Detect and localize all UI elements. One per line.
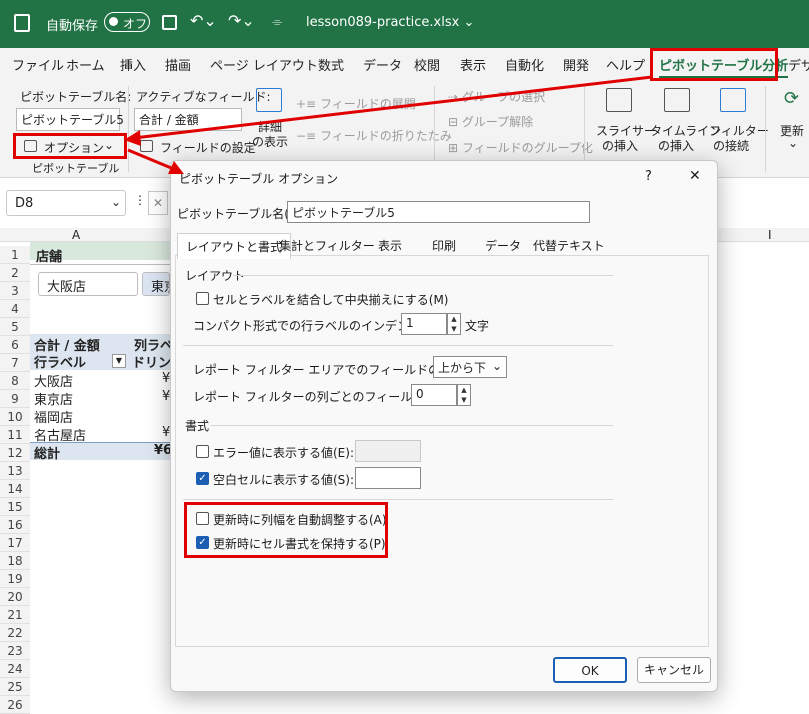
annotation-arrows <box>124 75 653 174</box>
